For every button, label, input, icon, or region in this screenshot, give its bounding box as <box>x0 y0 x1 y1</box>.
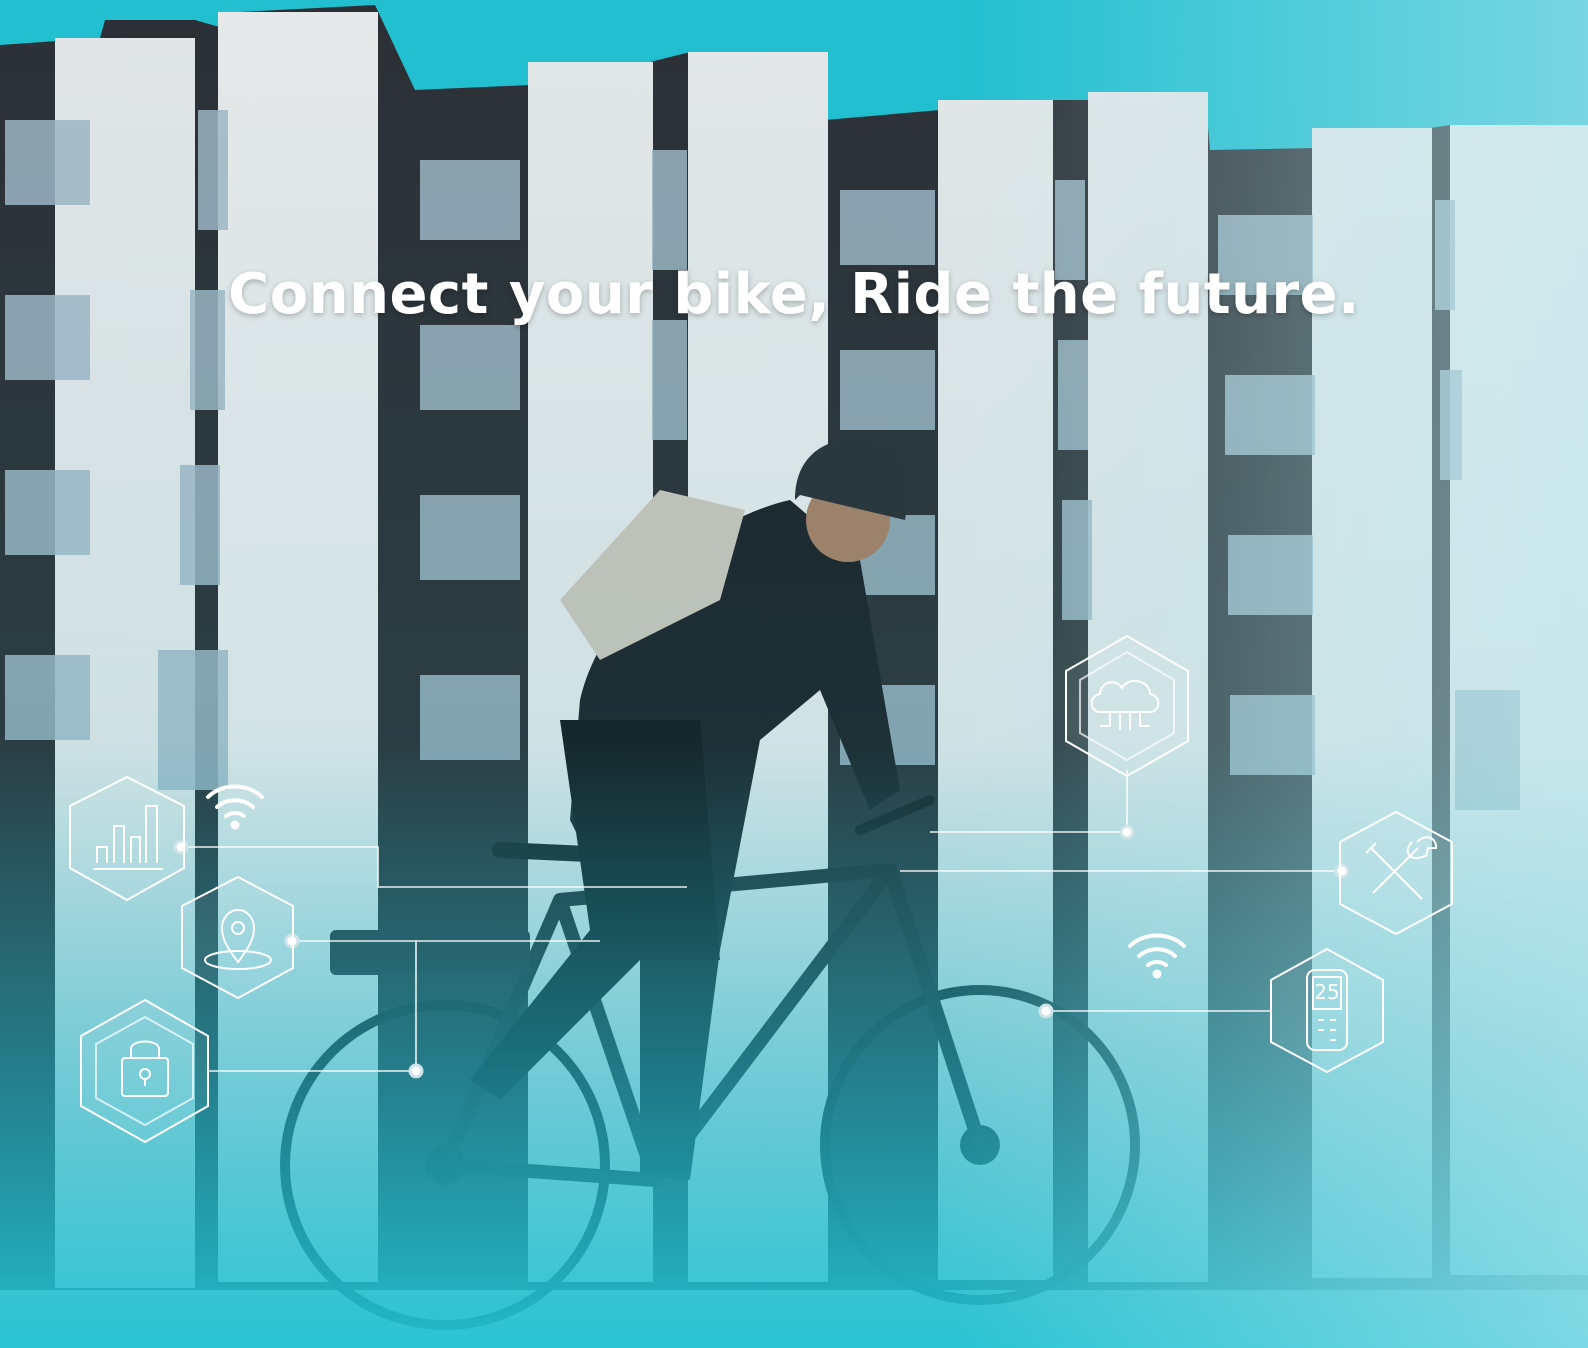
hero-headline: Connect your bike, Ride the future. <box>228 262 1360 327</box>
display-readout: 25 <box>1314 980 1339 1004</box>
hero-scene: 25 <box>0 0 1588 1348</box>
